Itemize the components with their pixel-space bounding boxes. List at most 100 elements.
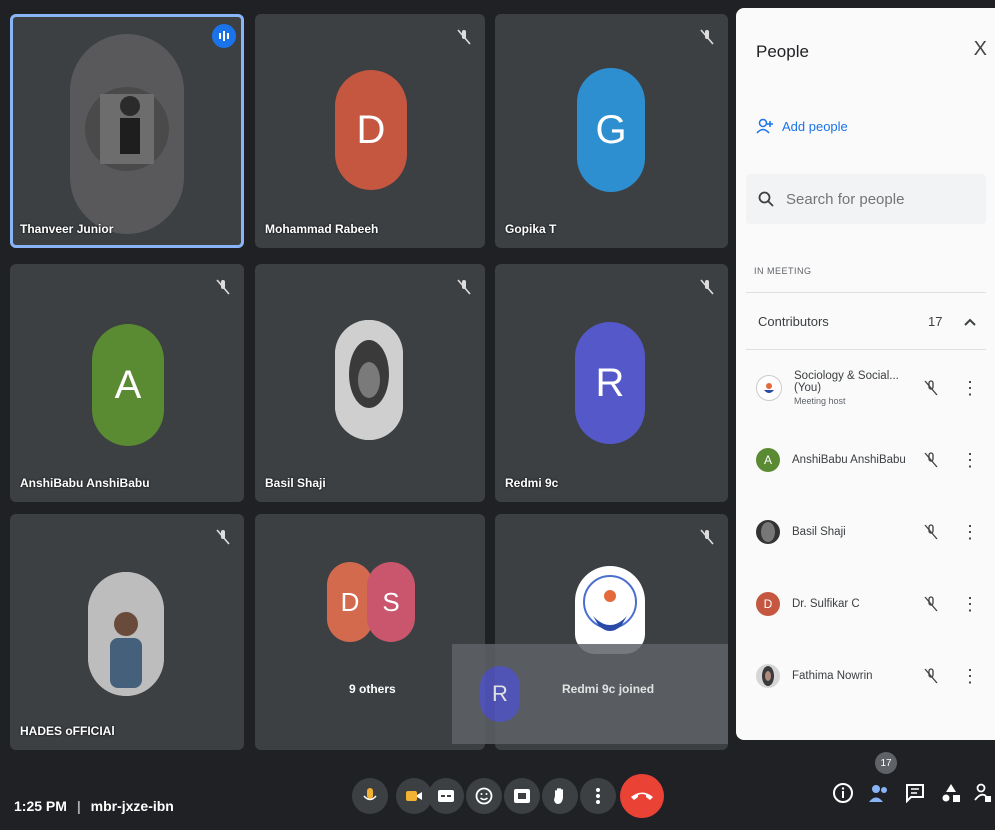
chat-icon: [906, 784, 924, 803]
participant-tile[interactable]: D Mohammad Rabeeh: [255, 14, 485, 248]
meeting-code: mbr-jxze-ibn: [90, 798, 174, 814]
lock-person-icon: [974, 783, 991, 802]
participant-avatar: S: [367, 562, 415, 642]
add-person-icon: [756, 118, 773, 134]
mic-button[interactable]: [352, 778, 388, 814]
leave-call-button[interactable]: [620, 774, 664, 818]
participant-name: Redmi 9c: [505, 476, 559, 490]
chat-button[interactable]: [902, 780, 928, 806]
activities-button[interactable]: [938, 780, 964, 806]
participant-row[interactable]: D Dr. Sulfikar C ⋮: [746, 574, 991, 634]
participant-name: AnshiBabu AnshiBabu: [792, 454, 906, 466]
participant-avatar: D: [335, 70, 407, 190]
participant-name: Dr. Sulfikar C: [792, 598, 860, 610]
participant-avatar: G: [577, 68, 645, 192]
participant-row[interactable]: Fathima Nowrin ⋮: [746, 646, 991, 706]
contributors-header[interactable]: Contributors 17: [746, 292, 986, 350]
meeting-details-button[interactable]: [830, 780, 856, 806]
participant-name: Basil Shaji: [792, 526, 846, 538]
participant-row[interactable]: A AnshiBabu AnshiBabu ⋮: [746, 430, 991, 490]
panel-title: People: [756, 42, 809, 61]
participant-tile[interactable]: Basil Shaji: [255, 264, 485, 502]
more-options-icon[interactable]: ⋮: [961, 666, 979, 687]
close-icon[interactable]: X: [974, 38, 987, 61]
participant-photo: [756, 520, 780, 544]
search-icon: [758, 191, 774, 207]
mic-off-icon: [924, 524, 938, 540]
host-controls-button[interactable]: [970, 780, 995, 806]
bottom-toolbar: 1:25 PM | mbr-jxze-ibn 17: [0, 752, 995, 830]
participant-role: Meeting host: [794, 396, 846, 406]
present-button[interactable]: [504, 778, 540, 814]
participant-photo: [335, 320, 403, 440]
mic-off-icon: [216, 529, 230, 545]
more-options-icon[interactable]: ⋮: [961, 378, 979, 399]
org-logo: [575, 566, 645, 654]
participant-name: HADES oFFICIAl: [20, 724, 115, 738]
participant-tile[interactable]: G Gopika T: [495, 14, 728, 248]
video-grid: Thanveer Junior D Mohammad Rabeeh G Gopi…: [10, 14, 728, 750]
people-icon: [869, 785, 887, 802]
more-options-button[interactable]: [580, 778, 616, 814]
search-input[interactable]: [784, 189, 968, 209]
participant-name: Fathima Nowrin: [792, 670, 873, 682]
participant-photo: [88, 572, 164, 696]
join-notification: R Redmi 9c joined: [452, 644, 728, 744]
info-icon: [833, 783, 853, 803]
participant-tile[interactable]: A AnshiBabu AnshiBabu: [10, 264, 244, 502]
more-options-icon[interactable]: ⋮: [961, 522, 979, 543]
participant-photo: [756, 664, 780, 688]
mic-off-icon: [457, 279, 471, 295]
contributors-count: 17: [928, 313, 943, 329]
participant-name: AnshiBabu AnshiBabu: [20, 476, 150, 490]
more-options-icon[interactable]: ⋮: [961, 594, 979, 615]
participant-row[interactable]: Basil Shaji ⋮: [746, 502, 991, 562]
people-button[interactable]: [866, 780, 892, 806]
mic-off-icon: [924, 452, 938, 468]
joined-text: Redmi 9c joined: [562, 682, 655, 696]
participant-name: Basil Shaji: [265, 476, 326, 490]
participant-name: Thanveer Junior: [20, 222, 114, 236]
camera-button[interactable]: [396, 778, 432, 814]
mic-off-icon: [700, 279, 714, 295]
current-time: 1:25 PM: [14, 798, 67, 814]
participant-avatar: A: [92, 324, 164, 446]
chevron-up-icon[interactable]: [964, 314, 976, 329]
mic-icon: [363, 788, 377, 801]
separator: |: [76, 798, 81, 814]
host-logo-avatar: [756, 375, 782, 401]
emoji-icon: [475, 787, 493, 805]
more-vert-icon: [596, 788, 600, 804]
mic-off-icon: [700, 29, 714, 45]
participant-tile[interactable]: HADES oFFICIAl: [10, 514, 244, 750]
more-options-icon[interactable]: ⋮: [961, 450, 979, 471]
participant-photo: [70, 34, 184, 234]
participant-name: Gopika T: [505, 222, 557, 236]
mic-off-icon: [700, 529, 714, 545]
participant-avatar: A: [756, 448, 780, 472]
participant-tile[interactable]: R Redmi 9c: [495, 264, 728, 502]
present-screen-icon: [514, 789, 530, 803]
participant-avatar: D: [756, 592, 780, 616]
camera-icon: [406, 791, 422, 801]
participant-avatar: R: [575, 322, 645, 444]
mic-off-icon: [216, 279, 230, 295]
participant-row[interactable]: Sociology & Social... (You) Meeting host…: [746, 358, 991, 418]
section-label: IN MEETING: [754, 266, 812, 276]
end-call-icon: [631, 792, 653, 800]
participant-name: Sociology & Social... (You): [794, 370, 899, 394]
others-tile[interactable]: D S 9 others: [255, 514, 485, 750]
captions-button[interactable]: [428, 778, 464, 814]
raise-hand-button[interactable]: [542, 778, 578, 814]
add-people-button[interactable]: Add people: [746, 104, 860, 148]
search-box[interactable]: [746, 174, 986, 224]
contributors-label: Contributors: [758, 313, 829, 329]
others-count: 9 others: [349, 682, 396, 696]
meeting-info: 1:25 PM | mbr-jxze-ibn: [14, 798, 174, 814]
emoji-button[interactable]: [466, 778, 502, 814]
mic-off-icon: [924, 596, 938, 612]
mic-off-icon: [924, 380, 938, 396]
participant-name: Mohammad Rabeeh: [265, 222, 379, 236]
joined-avatar: R: [480, 666, 520, 722]
participant-tile[interactable]: Thanveer Junior: [10, 14, 244, 248]
